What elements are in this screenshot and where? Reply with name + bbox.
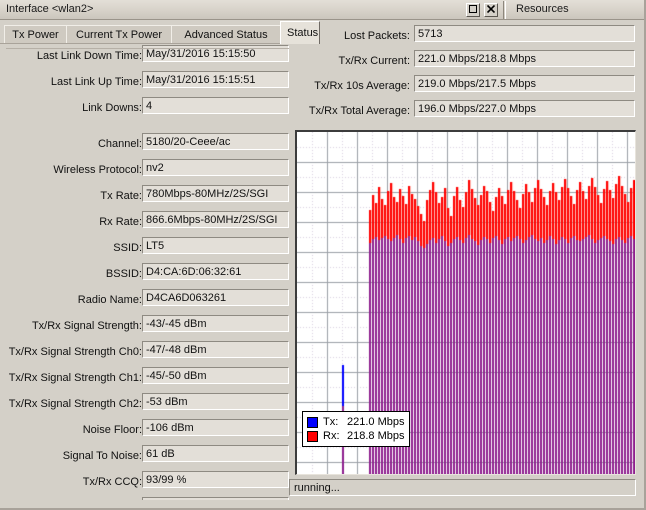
- status-bar: running...: [289, 479, 636, 496]
- legend-series-value: 218.8 Mbps: [347, 430, 405, 442]
- resources-label: Resources: [516, 3, 569, 15]
- field-row-tx-rx-ccq: Tx/Rx CCQ: 93/99 %: [0, 470, 292, 496]
- field-value-radio-name[interactable]: D4CA6D063261: [142, 289, 289, 306]
- titlebar-divider: [503, 1, 506, 19]
- tab-advanced-status[interactable]: Advanced Status: [171, 25, 281, 44]
- field-value-overall-tx-ccq[interactable]: [142, 497, 289, 500]
- field-label: Radio Name:: [77, 294, 142, 306]
- legend-row-tx: Tx: 221.0 Mbps: [307, 415, 404, 429]
- tab-status[interactable]: Status: [280, 21, 320, 44]
- field-row-rx-rate: Rx Rate: 866.6Mbps-80MHz/2S/SGI: [0, 210, 292, 236]
- field-row-ssid: SSID: LT5: [0, 236, 292, 262]
- throughput-stats-panel: Lost Packets: 5713 Tx/Rx Current: 221.0 Mbp…: [296, 24, 646, 128]
- field-row-link-downs: Link Downs: 4: [0, 96, 292, 122]
- field-row-tx-rx-signal-strength-ch0: Tx/Rx Signal Strength Ch0: -47/-48 dBm: [0, 340, 292, 366]
- stat-value-tx-rx-total-average[interactable]: 196.0 Mbps/227.0 Mbps: [414, 100, 635, 117]
- field-value-tx-rx-signal-strength-ch1[interactable]: -45/-50 dBm: [142, 367, 289, 384]
- field-label: Tx/Rx CCQ:: [82, 476, 142, 488]
- chart-legend: Tx: 221.0 Mbps Rx: 218.8 Mbps: [302, 411, 411, 447]
- field-value-tx-rx-ccq[interactable]: 93/99 %: [142, 471, 289, 488]
- stat-label: Tx/Rx 10s Average:: [314, 80, 410, 92]
- field-row-signal-to-noise: Signal To Noise: 61 dB: [0, 444, 292, 470]
- stat-row-tx-rx-total-average: Tx/Rx Total Average: 196.0 Mbps/227.0 Mbp…: [296, 99, 646, 124]
- window-title: Interface <wlan2>: [6, 3, 94, 15]
- field-label: Channel:: [97, 138, 142, 150]
- field-label: Tx/Rx Signal Strength Ch1:: [8, 372, 142, 384]
- tab-current-tx-power[interactable]: Current Tx Power: [66, 25, 172, 44]
- field-row-tx-rate: Tx Rate: 780Mbps-80MHz/2S/SGI: [0, 184, 292, 210]
- field-label: Tx Rate:: [100, 190, 142, 202]
- field-row-tx-rx-signal-strength-ch1: Tx/Rx Signal Strength Ch1: -45/-50 dBm: [0, 366, 292, 392]
- stat-value-lost-packets[interactable]: 5713: [414, 25, 635, 42]
- field-row-channel: Channel: 5180/20-Ceee/ac: [0, 132, 292, 158]
- window-titlebar: Interface <wlan2> Resources: [0, 0, 646, 20]
- field-row-overall-tx-ccq: Overall Tx CCQ:: [0, 496, 292, 500]
- field-value-wireless-protocol[interactable]: nv2: [142, 159, 289, 176]
- tab-label: Advanced Status: [184, 29, 268, 41]
- field-label: SSID:: [113, 242, 142, 254]
- close-icon: [487, 5, 495, 13]
- stat-row-tx-rx-current: Tx/Rx Current: 221.0 Mbps/218.8 Mbps: [296, 49, 646, 74]
- field-label: Tx/Rx Signal Strength:: [31, 320, 142, 332]
- field-value-rx-rate[interactable]: 866.6Mbps-80MHz/2S/SGI: [142, 211, 289, 228]
- stat-label: Lost Packets:: [343, 30, 410, 42]
- stat-value-tx-rx-10s-average[interactable]: 219.0 Mbps/217.5 Mbps: [414, 75, 635, 92]
- field-value-tx-rx-signal-strength[interactable]: -43/-45 dBm: [142, 315, 289, 332]
- maximize-button[interactable]: [466, 3, 480, 17]
- throughput-chart: Tx: 221.0 Mbps Rx: 218.8 Mbps: [295, 130, 636, 475]
- close-button[interactable]: [484, 3, 498, 17]
- maximize-icon: [469, 5, 477, 13]
- field-value-signal-to-noise[interactable]: 61 dB: [142, 445, 289, 462]
- field-label: Rx Rate:: [99, 216, 142, 228]
- stat-row-lost-packets: Lost Packets: 5713: [296, 24, 646, 49]
- field-value-ssid[interactable]: LT5: [142, 237, 289, 254]
- legend-swatch-icon: [307, 430, 318, 442]
- tab-label: Status: [287, 27, 319, 39]
- field-label: Last Link Up Time:: [50, 76, 142, 88]
- stat-value-tx-rx-current[interactable]: 221.0 Mbps/218.8 Mbps: [414, 50, 635, 67]
- field-row-tx-rx-signal-strength: Tx/Rx Signal Strength: -43/-45 dBm: [0, 314, 292, 340]
- field-group-separator: [0, 48, 292, 132]
- field-label: Last Link Down Time:: [36, 50, 142, 62]
- field-value-bssid[interactable]: D4:CA:6D:06:32:61: [142, 263, 289, 280]
- field-value-tx-rx-signal-strength-ch2[interactable]: -53 dBm: [142, 393, 289, 410]
- field-row-bssid: BSSID: D4:CA:6D:06:32:61: [0, 262, 292, 288]
- field-value-link-downs[interactable]: 4: [142, 97, 289, 114]
- field-label: Wireless Protocol:: [53, 164, 142, 176]
- field-row-radio-name: Radio Name: D4CA6D063261: [0, 288, 292, 314]
- field-row-last-link-up-time: Last Link Up Time: May/31/2016 15:15:51: [0, 70, 292, 96]
- field-value-noise-floor[interactable]: -106 dBm: [142, 419, 289, 436]
- field-label: BSSID:: [105, 268, 142, 280]
- stat-row-tx-rx-10s-average: Tx/Rx 10s Average: 219.0 Mbps/217.5 Mbps: [296, 74, 646, 99]
- field-label: Tx/Rx Signal Strength Ch0:: [8, 346, 142, 358]
- field-label: Tx/Rx Signal Strength Ch2:: [8, 398, 142, 410]
- field-value-last-link-up-time[interactable]: May/31/2016 15:15:51: [142, 71, 289, 88]
- field-value-tx-rate[interactable]: 780Mbps-80MHz/2S/SGI: [142, 185, 289, 202]
- field-label: Noise Floor:: [82, 424, 142, 436]
- field-row-tx-rx-signal-strength-ch2: Tx/Rx Signal Strength Ch2: -53 dBm: [0, 392, 292, 418]
- stat-label: Tx/Rx Total Average:: [308, 105, 410, 117]
- tab-tx-power[interactable]: Tx Power: [4, 25, 67, 44]
- field-label: Signal To Noise:: [62, 450, 142, 462]
- field-row-noise-floor: Noise Floor: -106 dBm: [0, 418, 292, 444]
- field-row-wireless-protocol: Wireless Protocol: nv2: [0, 158, 292, 184]
- legend-series-name: Tx:: [323, 416, 339, 428]
- legend-swatch-icon: [307, 416, 318, 428]
- field-value-tx-rx-signal-strength-ch0[interactable]: -47/-48 dBm: [142, 341, 289, 358]
- field-value-channel[interactable]: 5180/20-Ceee/ac: [142, 133, 289, 150]
- separator-line: [6, 48, 289, 49]
- status-fields-panel: Last Link Down Time: May/31/2016 15:15:50…: [0, 44, 292, 500]
- tab-label: Tx Power: [12, 29, 59, 41]
- legend-series-value: 221.0 Mbps: [347, 416, 405, 428]
- legend-row-rx: Rx: 218.8 Mbps: [307, 429, 404, 443]
- field-label: Link Downs:: [82, 102, 142, 114]
- stat-label: Tx/Rx Current:: [338, 55, 410, 67]
- legend-series-name: Rx:: [323, 430, 340, 442]
- tab-label: Current Tx Power: [76, 29, 162, 41]
- tabstrip: Tx Power Current Tx Power Advanced Status S…: [0, 20, 320, 44]
- interface-status-window: Interface <wlan2> Resources Tx Power Curr…: [0, 0, 646, 510]
